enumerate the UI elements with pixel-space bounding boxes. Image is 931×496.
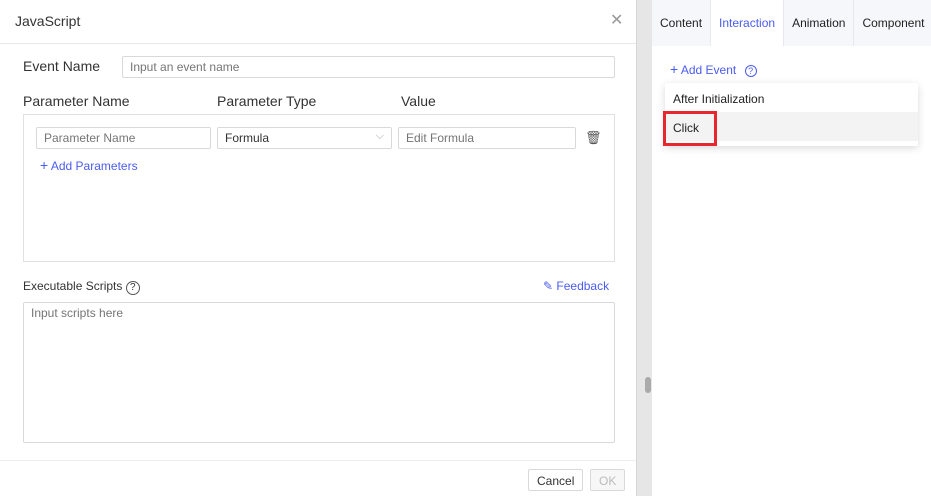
feedback-label: Feedback <box>556 279 610 293</box>
tab-interaction[interactable]: Interaction <box>711 0 785 46</box>
close-icon[interactable]: ✕ <box>610 10 623 30</box>
param-type-value: Formula <box>225 131 270 145</box>
trash-icon[interactable]: 🗑 <box>585 130 602 146</box>
javascript-dialog: JavaScript ✕ Event Name Parameter Name P… <box>0 0 636 496</box>
event-name-label: Event Name <box>23 58 101 74</box>
highlight-box <box>663 111 717 146</box>
help-icon[interactable]: ? <box>125 281 140 295</box>
add-parameters-button[interactable]: + Add Parameters <box>40 157 138 173</box>
ok-button[interactable]: OK <box>590 469 626 491</box>
scripts-label-text: Executable Scripts <box>23 279 123 293</box>
tab-content[interactable]: Content <box>652 0 712 46</box>
event-name-input[interactable] <box>122 56 615 78</box>
scripts-textarea[interactable] <box>23 302 615 443</box>
chevron-down-icon: ⌵ <box>375 130 384 142</box>
edit-icon: ✎ <box>543 279 554 293</box>
dialog-footer: Cancel OK <box>0 460 636 496</box>
param-type-select[interactable]: Formula ⌵ <box>217 127 392 149</box>
panel-tabs: Content Interaction Animation Component <box>652 0 931 46</box>
plus-icon: + <box>670 61 679 77</box>
feedback-link[interactable]: ✎ Feedback <box>543 279 609 293</box>
tab-animation[interactable]: Animation <box>784 0 855 46</box>
add-event-label: Add Event <box>680 63 737 77</box>
dialog-header: JavaScript ✕ <box>0 0 636 44</box>
plus-icon: + <box>40 157 49 173</box>
add-parameters-label: Add Parameters <box>50 159 138 173</box>
menu-item-after-initialization[interactable]: After Initialization <box>665 83 918 112</box>
value-input[interactable] <box>398 127 576 149</box>
param-type-header: Parameter Type <box>217 93 317 109</box>
add-event-button[interactable]: + Add Event ? <box>670 61 757 77</box>
value-header: Value <box>401 93 436 109</box>
scripts-label: Executable Scripts ? <box>23 279 140 295</box>
cancel-button[interactable]: Cancel <box>528 469 584 491</box>
param-name-header: Parameter Name <box>23 93 130 109</box>
scrollbar-thumb[interactable] <box>645 377 651 393</box>
tab-component[interactable]: Component <box>854 0 931 46</box>
dialog-title: JavaScript <box>15 13 81 29</box>
help-icon[interactable]: ? <box>744 65 757 77</box>
param-name-input[interactable] <box>36 127 211 149</box>
splitter-scrollbar[interactable] <box>636 0 652 496</box>
